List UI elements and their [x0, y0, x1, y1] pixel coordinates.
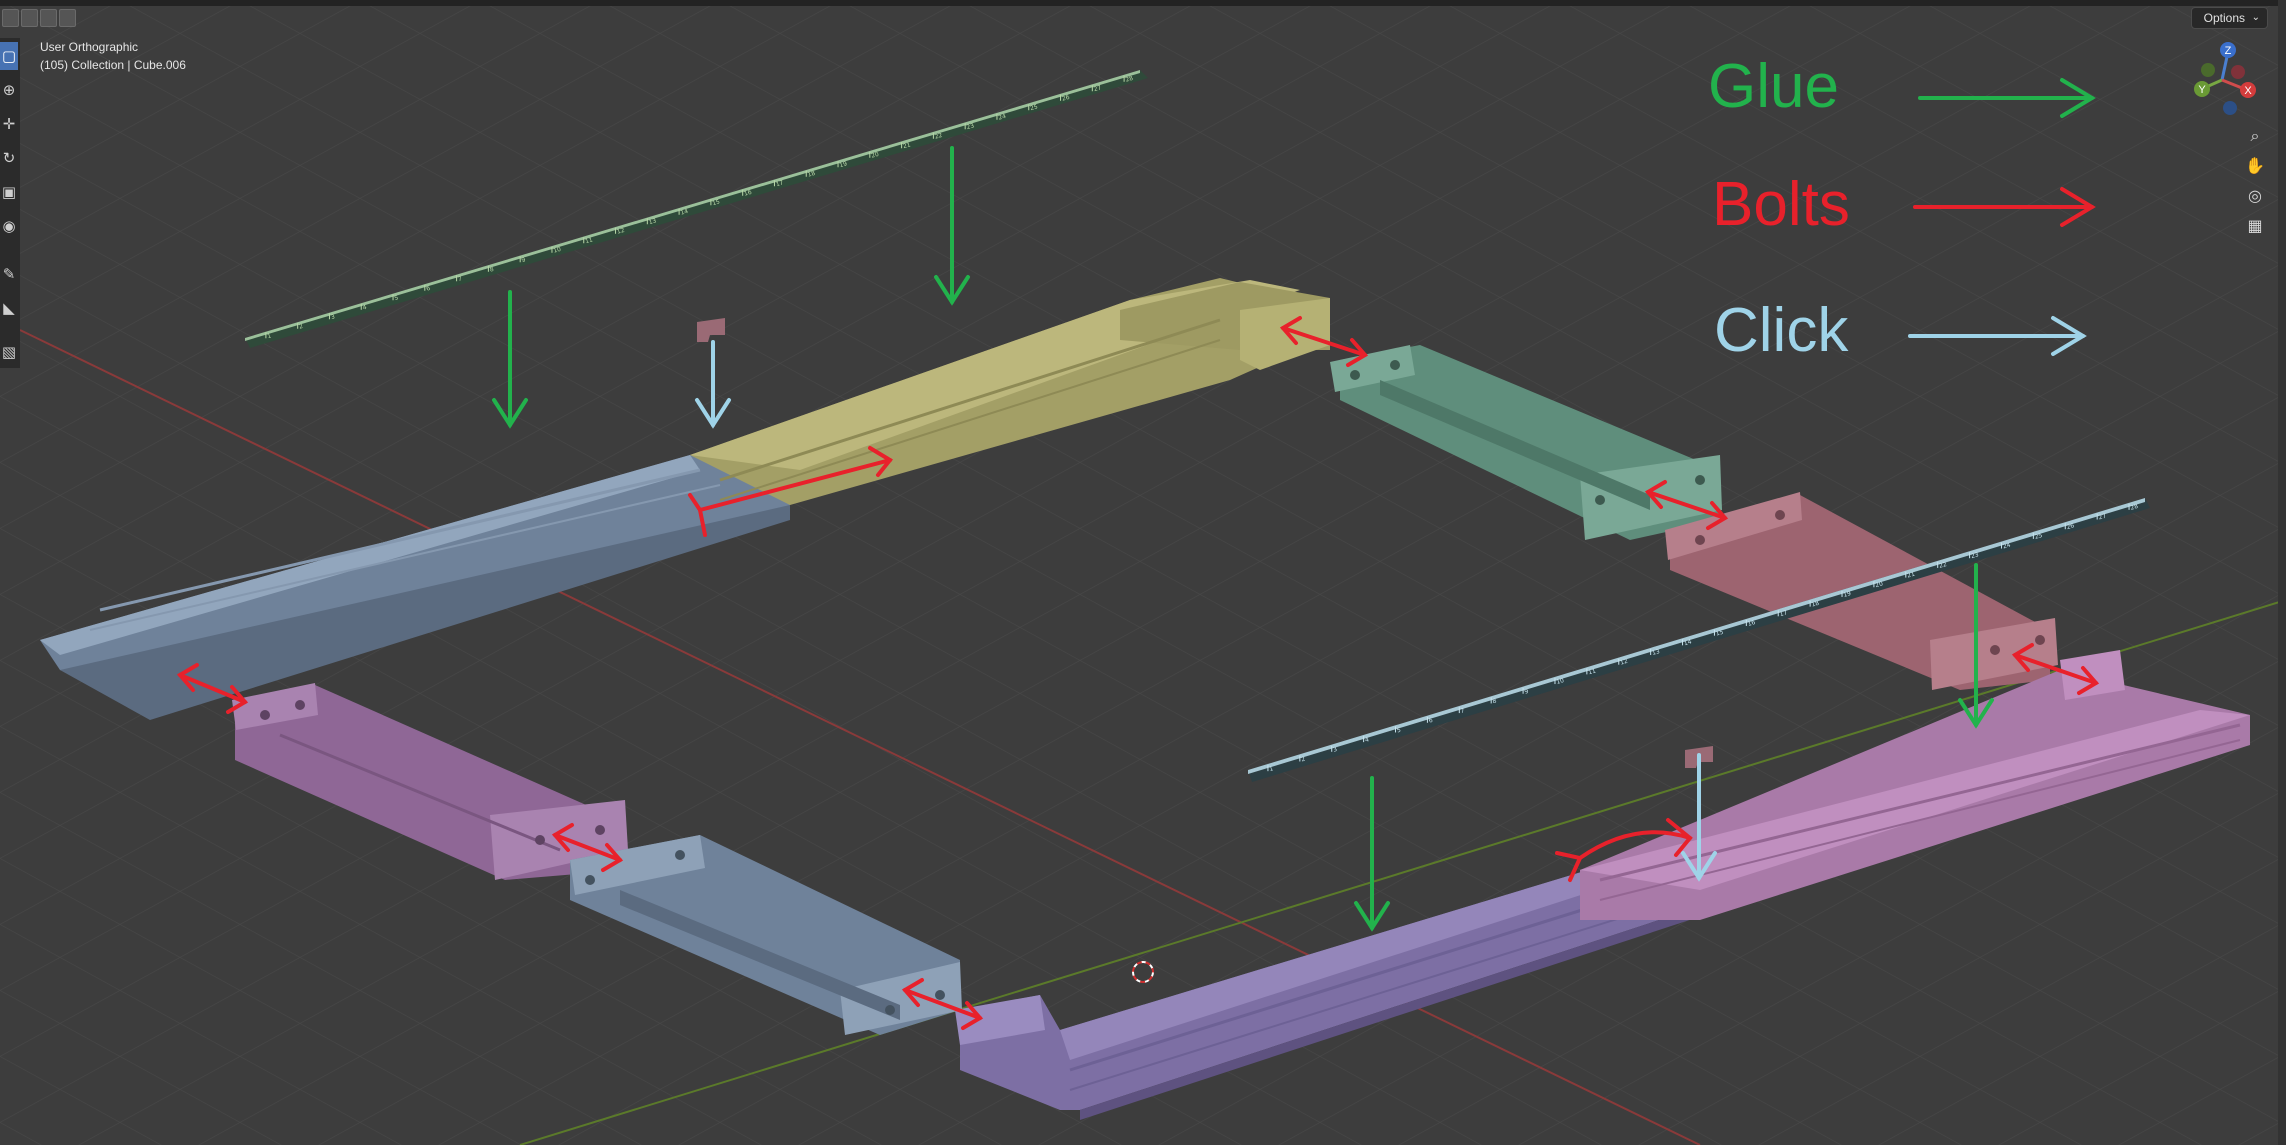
- scale-icon[interactable]: ▣: [0, 178, 18, 206]
- legend-click-label: Click: [1714, 296, 1849, 365]
- legend-bolts-label: Bolts: [1712, 170, 1850, 239]
- gizmo-z-label: Z: [2225, 45, 2232, 57]
- legend-glue-label: Glue: [1708, 52, 1839, 121]
- transform-icon[interactable]: ◉: [0, 212, 18, 240]
- cursor-icon[interactable]: ⊕: [0, 76, 18, 104]
- gizmo-x-label: X: [2244, 85, 2252, 97]
- select-extend-button[interactable]: [21, 9, 38, 27]
- zoom-icon[interactable]: ⌕: [2241, 122, 2269, 150]
- pan-hand-icon[interactable]: ✋: [2241, 152, 2269, 180]
- sidebar-edge: [2278, 0, 2286, 1145]
- grid-icon[interactable]: ▦: [2241, 212, 2269, 240]
- measure-icon[interactable]: ◣: [0, 294, 18, 322]
- camera-icon[interactable]: ◎: [2241, 182, 2269, 210]
- annotate-icon[interactable]: ✎: [0, 260, 18, 288]
- chevron-down-icon: ⌄: [2251, 12, 2260, 23]
- move-icon[interactable]: ✛: [0, 110, 18, 138]
- viewport-info: User Orthographic (105) Collection | Cub…: [40, 38, 186, 74]
- tool-shelf: ▢ ⊕ ✛ ↻ ▣ ◉ ✎ ◣ ▧: [0, 38, 20, 368]
- selection-mode-buttons: [0, 6, 76, 28]
- options-label: Options: [2203, 11, 2245, 25]
- select-subtract-button[interactable]: [40, 9, 57, 27]
- rotate-icon[interactable]: ↻: [0, 144, 18, 172]
- object-info: (105) Collection | Cube.006: [40, 58, 186, 72]
- header-bar: [0, 0, 2286, 6]
- 3d-viewport[interactable]: 1234567891011121314151617181920212223242…: [0, 0, 2286, 1145]
- select-new-button[interactable]: [2, 9, 19, 27]
- gizmo-y-label: Y: [2198, 84, 2206, 96]
- options-dropdown[interactable]: Options ⌄: [2190, 7, 2268, 29]
- select-intersect-button[interactable]: [59, 9, 76, 27]
- add-cube-icon[interactable]: ▧: [0, 338, 18, 366]
- view-name: User Orthographic: [40, 40, 139, 54]
- select-box-icon[interactable]: ▢: [0, 42, 18, 70]
